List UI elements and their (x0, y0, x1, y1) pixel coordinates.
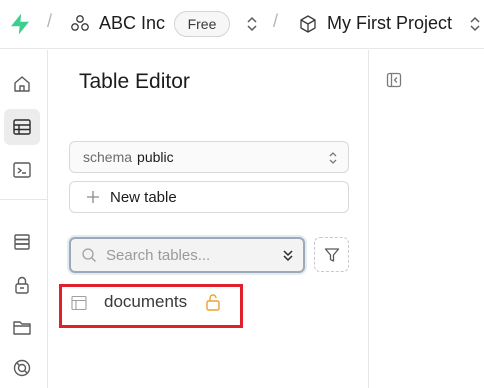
nav-database[interactable] (4, 224, 40, 260)
filter-button[interactable] (314, 237, 349, 272)
nav-divider (0, 199, 48, 200)
search-tables-field[interactable] (69, 237, 305, 273)
table-icon (13, 119, 31, 135)
org-switcher-chevron-icon[interactable] (245, 14, 259, 34)
filter-icon (324, 247, 339, 262)
new-table-button[interactable]: New table (69, 181, 349, 213)
breadcrumb-separator: / (273, 11, 279, 31)
breadcrumb-separator: / (47, 11, 53, 31)
plan-badge: Free (174, 11, 230, 37)
folder-icon (13, 321, 31, 335)
realtime-icon (13, 359, 31, 377)
supabase-logo-icon[interactable] (8, 12, 32, 36)
nav-auth[interactable] (4, 267, 40, 303)
nav-realtime[interactable] (4, 350, 40, 386)
nav-table-editor[interactable] (4, 109, 40, 145)
table-icon (71, 295, 87, 311)
double-chevron-down-icon[interactable] (281, 247, 295, 263)
org-name[interactable]: ABC Inc (99, 13, 165, 34)
project-switcher-chevron-icon[interactable] (468, 14, 482, 34)
search-icon (82, 248, 96, 262)
database-icon (14, 234, 30, 250)
schema-label: schema (83, 149, 133, 165)
plus-icon (87, 191, 99, 203)
table-editor-panel: Table Editor schema public New table Sea… (49, 50, 369, 388)
project-box-icon (300, 15, 316, 33)
search-input[interactable] (106, 246, 276, 264)
table-name: documents (104, 292, 188, 311)
lock-icon (15, 276, 29, 294)
nav-sql-editor[interactable] (4, 152, 40, 188)
organization-icon (71, 15, 89, 31)
terminal-icon (13, 162, 31, 178)
nav-storage[interactable] (4, 309, 40, 345)
schema-value: public (137, 149, 174, 165)
new-table-label: New table (110, 188, 177, 206)
project-name[interactable]: My First Project (327, 13, 452, 34)
table-list-item[interactable]: documents (59, 284, 243, 328)
nav-rail (0, 50, 48, 388)
schema-select[interactable]: schema public (69, 141, 349, 173)
sidebar-toggle-icon[interactable] (386, 72, 402, 88)
page-title: Table Editor (79, 70, 190, 93)
top-bar: / ABC Inc Free / My First Project (0, 0, 484, 49)
nav-home[interactable] (4, 66, 40, 102)
unlocked-icon (206, 294, 220, 311)
home-icon (14, 76, 30, 92)
chevron-up-down-icon (329, 152, 337, 164)
